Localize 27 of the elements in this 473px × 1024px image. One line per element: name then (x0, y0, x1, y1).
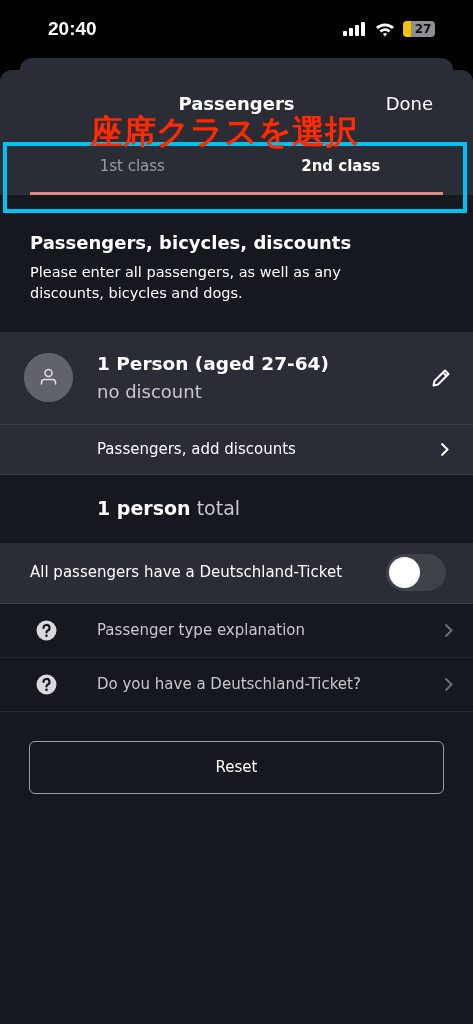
chevron-icon (440, 441, 449, 457)
person-icon (24, 353, 73, 403)
section-description: Please enter all passengers, as well as any discounts, bicycles and dogs. (30, 262, 342, 303)
section-title: Passengers, bicycles, discounts (30, 230, 353, 255)
chevron-icon (444, 622, 453, 638)
help-icon (36, 673, 57, 695)
wifi-icon (375, 21, 395, 37)
help-row[interactable]: Passenger type explanation (0, 603, 473, 658)
toggle-switch[interactable] (386, 554, 446, 592)
help-icon (36, 619, 57, 641)
status-time: 20:40 (48, 16, 97, 41)
class-tab[interactable]: 1st class (28, 149, 237, 192)
annotation-label: 座席クラスを選択 (90, 115, 358, 148)
help-row[interactable]: Do you have a Deutschland-Ticket? (0, 657, 473, 712)
reset-button[interactable]: Reset (29, 740, 444, 794)
class-tab[interactable]: 2nd class (236, 149, 445, 192)
done-button[interactable]: Done (385, 90, 433, 117)
passenger-name: 1 Person (aged 27-64) (97, 352, 330, 377)
battery-icon: 27 (403, 21, 435, 37)
chevron-icon (444, 676, 453, 692)
add-discounts-row[interactable]: Passengers, add discounts (0, 424, 473, 475)
signal-icon (343, 22, 367, 36)
passenger-discount: no discount (97, 379, 203, 404)
sheet-title: Passengers (178, 93, 295, 114)
total-label: 1 person total (97, 496, 241, 522)
edit-icon[interactable] (431, 367, 451, 388)
toggle-label: All passengers have a Deutschland-Ticket (30, 562, 342, 584)
